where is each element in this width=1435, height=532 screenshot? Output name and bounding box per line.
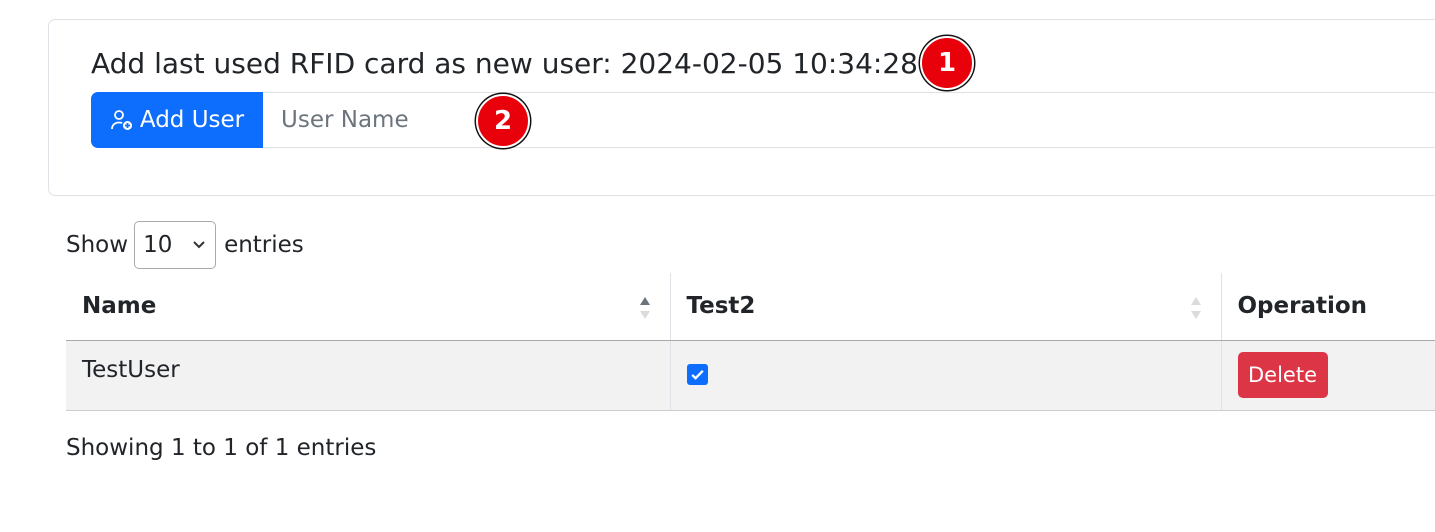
checkmark-icon [690,369,704,380]
add-user-button-label: Add User [139,107,245,133]
chevron-down-icon [193,241,205,249]
cell-test2 [670,340,1222,411]
show-label: Show [66,232,129,258]
table-row: TestUser Delete [66,340,1435,411]
cell-name: TestUser [66,340,671,411]
column-header-operation: Operation [1221,273,1435,341]
entries-per-page-select[interactable]: 10 [134,221,217,269]
users-table: Name Test2 Operation TestUser Delete [66,273,1435,411]
cell-operation: Delete [1221,340,1435,411]
annotation-marker-1: 1 [920,36,974,90]
delete-button[interactable]: Delete [1237,352,1328,398]
annotation-marker-2: 2 [476,94,530,148]
card-title: Add last used RFID card as new user: 202… [91,47,918,80]
entries-length-control: Show 10 entries [66,221,304,269]
entries-label: entries [224,232,304,258]
person-add-icon [110,110,132,130]
user-name-input[interactable] [263,92,1435,148]
add-user-input-group: Add User [91,92,1435,148]
column-header-test2[interactable]: Test2 [670,273,1222,341]
column-header-name[interactable]: Name [66,273,671,341]
sort-ascending-icon [639,297,650,319]
add-user-button[interactable]: Add User [91,92,263,148]
entries-per-page-value: 10 [143,232,173,258]
sort-icon [1190,297,1201,319]
test2-checkbox[interactable] [686,363,708,385]
table-header-row: Name Test2 Operation [66,273,1435,341]
table-info: Showing 1 to 1 of 1 entries [66,435,377,461]
